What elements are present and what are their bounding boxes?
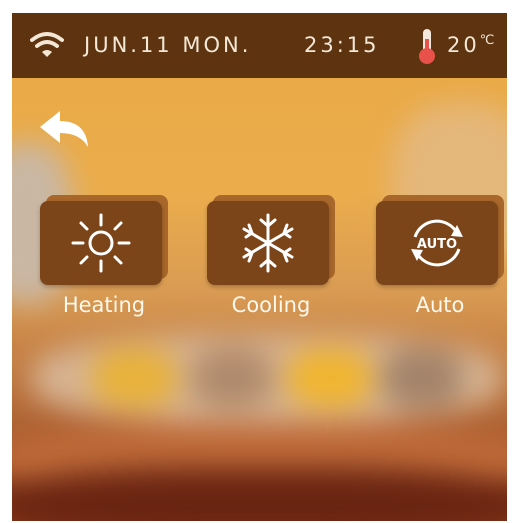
back-button[interactable] <box>38 107 94 158</box>
status-date: JUN.11 MON. <box>84 33 252 57</box>
heating-button[interactable] <box>40 195 168 285</box>
tile-face <box>40 201 162 285</box>
thermostat-screen: JUN.11 MON. 23:15 20℃ Heating Cooling AU… <box>12 13 507 521</box>
status-time: 23:15 <box>304 33 380 57</box>
wifi-icon <box>30 31 64 64</box>
snowflake-icon <box>242 213 294 273</box>
tile-face: AUTO <box>376 201 498 285</box>
heating-label: Heating <box>62 293 146 317</box>
cooling-button[interactable] <box>207 195 335 285</box>
mode-cooling[interactable]: Cooling <box>201 195 341 317</box>
cooling-label: Cooling <box>231 293 311 317</box>
sun-icon <box>71 213 131 273</box>
auto-icon-text: AUTO <box>417 237 457 252</box>
temperature-value: 20 <box>447 33 480 57</box>
auto-label: Auto <box>415 293 465 317</box>
tile-face <box>207 201 329 285</box>
status-temperature: 20℃ <box>447 33 494 57</box>
back-arrow-icon <box>40 111 88 147</box>
mode-heating[interactable]: Heating <box>34 195 174 317</box>
auto-cycle-icon: AUTO <box>411 219 463 267</box>
mode-auto[interactable]: AUTO Auto <box>370 195 507 317</box>
status-bar: JUN.11 MON. 23:15 20℃ <box>12 13 507 78</box>
auto-button[interactable]: AUTO <box>376 195 504 285</box>
temperature-unit: ℃ <box>479 33 495 48</box>
thermometer-icon <box>416 27 438 70</box>
